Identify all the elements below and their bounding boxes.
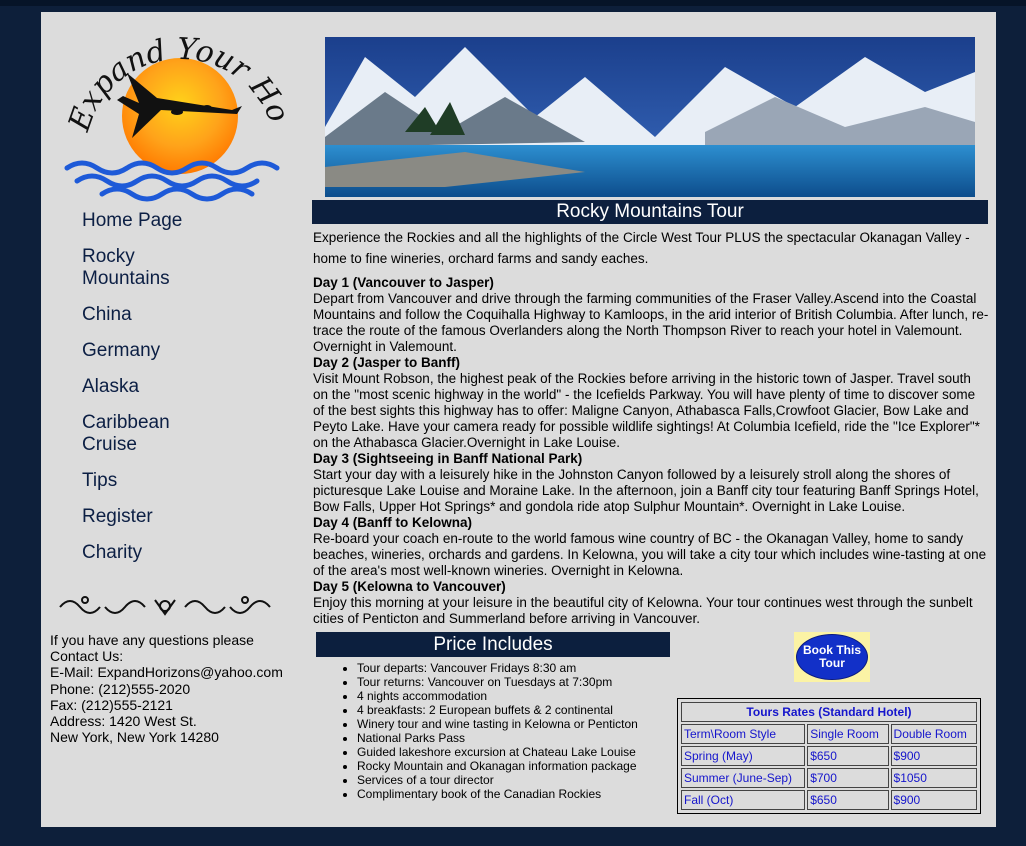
list-item: Winery tour and wine tasting in Kelowna … — [357, 717, 697, 731]
contact-address: Address: 1420 West St. — [50, 713, 197, 730]
day-section: Day 5 (Kelowna to Vancouver) Enjoy this … — [313, 579, 989, 627]
day-heading: Day 4 (Banff to Kelowna) — [313, 515, 473, 530]
table-row: Term\Room Style Single Room Double Room — [681, 724, 977, 744]
decorative-ornament — [59, 596, 271, 616]
nav-rocky-mountains[interactable]: Rocky Mountains — [82, 246, 192, 290]
list-item: Tour departs: Vancouver Fridays 8:30 am — [357, 661, 697, 675]
nav-caribbean-cruise[interactable]: Caribbean Cruise — [82, 412, 192, 456]
table-cell: $650 — [807, 790, 889, 810]
list-item: National Parks Pass — [357, 731, 697, 745]
nav-tips[interactable]: Tips — [82, 470, 192, 492]
contact-line: Contact Us: — [50, 648, 124, 665]
list-item: Complimentary book of the Canadian Rocki… — [357, 787, 697, 801]
table-header-cell: Double Room — [890, 724, 977, 744]
tour-description: Experience the Rockies and all the highl… — [313, 228, 989, 627]
nav-china[interactable]: China — [82, 304, 192, 326]
list-item: Services of a tour director — [357, 773, 697, 787]
table-header-cell: Term\Room Style — [681, 724, 806, 744]
table-row: Summer (June-Sep) $700 $1050 — [681, 768, 977, 788]
contact-line: If you have any questions please — [50, 632, 254, 648]
list-item: Tour returns: Vancouver on Tuesdays at 7… — [357, 675, 697, 689]
contact-phone: Phone: (212)555-2020 — [50, 680, 191, 697]
price-includes-title: Price Includes — [316, 632, 670, 657]
table-cell: Spring (May) — [681, 746, 806, 766]
nav-alaska[interactable]: Alaska — [82, 376, 192, 398]
rates-caption: Tours Rates (Standard Hotel) — [681, 702, 977, 722]
contact-info: If you have any questions please Contact… — [50, 632, 310, 745]
side-navigation: Home Page Rocky Mountains China Germany … — [82, 210, 282, 578]
price-includes-list: Tour departs: Vancouver Fridays 8:30 am … — [357, 661, 697, 801]
top-border — [0, 0, 1026, 6]
nav-charity[interactable]: Charity — [82, 542, 192, 564]
table-cell: Summer (June-Sep) — [681, 768, 806, 788]
page-container: Expand Your Horizons Home Page Rocky Mou… — [41, 12, 996, 827]
table-cell: $650 — [807, 746, 889, 766]
day-section: Day 2 (Jasper to Banff) Visit Mount Robs… — [313, 355, 989, 451]
table-cell: Fall (Oct) — [681, 790, 806, 810]
list-item: Rocky Mountain and Okanagan information … — [357, 759, 697, 773]
contact-email: E-Mail: ExpandHorizons@yahoo.com — [50, 664, 283, 681]
contact-fax: Fax: (212)555-2121 — [50, 696, 173, 713]
list-item: 4 nights accommodation — [357, 689, 697, 703]
nav-home-page[interactable]: Home Page — [82, 210, 192, 232]
day-text: Start your day with a leisurely hike in … — [313, 467, 979, 514]
list-item: Guided lakeshore excursion at Chateau La… — [357, 745, 697, 759]
table-cell: $900 — [890, 746, 977, 766]
table-header-cell: Single Room — [807, 724, 889, 744]
book-this-tour-button[interactable]: Book This Tour — [794, 632, 870, 682]
tour-intro: Experience the Rockies and all the highl… — [313, 230, 970, 266]
nav-germany[interactable]: Germany — [82, 340, 192, 362]
tour-title-bar: Rocky Mountains Tour — [312, 200, 988, 224]
table-cell: $900 — [890, 790, 977, 810]
table-cell: $700 — [807, 768, 889, 788]
day-section: Day 3 (Sightseeing in Banff National Par… — [313, 451, 989, 515]
table-row: Fall (Oct) $650 $900 — [681, 790, 977, 810]
day-heading: Day 2 (Jasper to Banff) — [313, 355, 461, 370]
day-section: Day 1 (Vancouver to Jasper) Depart from … — [313, 275, 989, 355]
contact-city: New York, New York 14280 — [50, 729, 219, 746]
day-heading: Day 1 (Vancouver to Jasper) — [313, 275, 494, 290]
expand-your-horizons-logo: Expand Your Horizons — [57, 18, 296, 202]
table-row: Spring (May) $650 $900 — [681, 746, 977, 766]
day-text: Visit Mount Robson, the highest peak of … — [313, 371, 980, 450]
day-section: Day 4 (Banff to Kelowna) Re-board your c… — [313, 515, 989, 579]
day-text: Depart from Vancouver and drive through … — [313, 291, 989, 354]
day-text: Enjoy this morning at your leisure in th… — [313, 595, 973, 626]
nav-register[interactable]: Register — [82, 506, 192, 528]
list-item: 4 breakfasts: 2 European buffets & 2 con… — [357, 703, 697, 717]
day-heading: Day 3 (Sightseeing in Banff National Par… — [313, 451, 583, 466]
day-heading: Day 5 (Kelowna to Vancouver) — [313, 579, 506, 594]
book-label-line2: Tour — [819, 656, 845, 670]
day-text: Re-board your coach en-route to the worl… — [313, 531, 987, 578]
rocky-mountains-banner-image — [325, 37, 975, 197]
book-this-tour-label: Book This Tour — [796, 634, 868, 680]
tour-rates-table: Tours Rates (Standard Hotel) Term\Room S… — [677, 698, 981, 814]
table-cell: $1050 — [890, 768, 977, 788]
